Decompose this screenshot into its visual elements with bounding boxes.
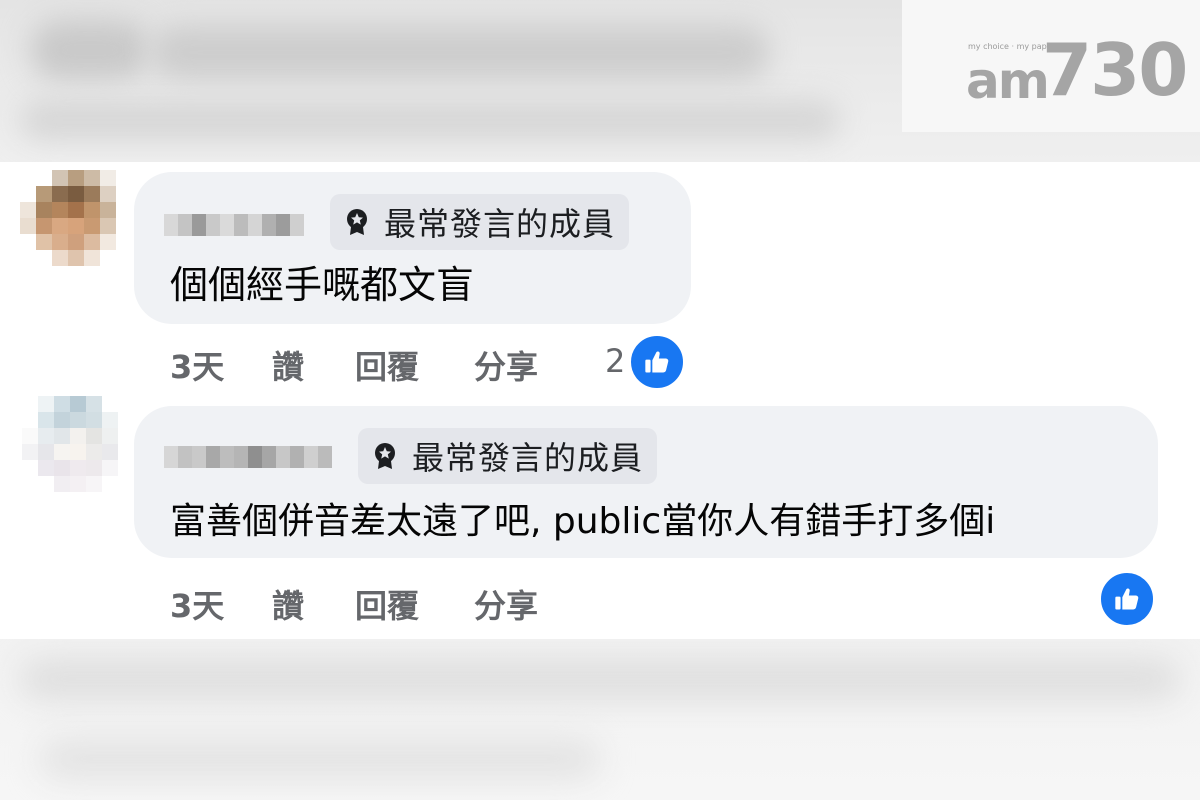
share-action[interactable]: 分享: [474, 342, 538, 388]
award-ribbon-icon: [375, 443, 395, 469]
reaction-count[interactable]: 2: [605, 342, 625, 380]
top-contributor-badge[interactable]: 最常發言的成員: [330, 194, 630, 250]
reply-action[interactable]: 回覆: [355, 581, 419, 627]
thumbs-up-icon: [1115, 588, 1139, 610]
reaction-button[interactable]: [1098, 570, 1156, 628]
author-name-blurred[interactable]: [164, 214, 304, 236]
top-contributor-badge[interactable]: 最常發言的成員: [358, 428, 658, 484]
blurred-following-content: [0, 639, 1200, 800]
comment-text: 富善個併音差太遠了吧, public當你人有錯手打多個i: [170, 501, 996, 542]
comment-timestamp[interactable]: 3天: [170, 342, 224, 388]
blur-smudge: [20, 100, 840, 140]
blur-smudge: [30, 20, 150, 80]
comment-text: 個個經手嘅都文盲: [170, 263, 475, 307]
avatar[interactable]: [22, 396, 134, 508]
blur-smudge: [40, 739, 600, 779]
avatar[interactable]: [20, 170, 132, 282]
badge-label: 最常發言的成員: [384, 205, 616, 243]
like-action[interactable]: 讚: [272, 581, 304, 627]
blur-smudge: [150, 25, 770, 80]
comment-timestamp[interactable]: 3天: [170, 581, 224, 627]
badge-label: 最常發言的成員: [412, 439, 644, 477]
reply-action[interactable]: 回覆: [355, 342, 419, 388]
share-action[interactable]: 分享: [474, 581, 538, 627]
blur-smudge: [20, 659, 1180, 699]
like-action[interactable]: 讚: [272, 342, 304, 388]
thumbs-up-icon: [645, 351, 669, 373]
author-name-blurred[interactable]: [164, 446, 332, 468]
reaction-button[interactable]: [628, 333, 686, 391]
watermark-logo-number: 730: [1042, 28, 1188, 112]
watermark-logo-prefix: am: [966, 52, 1050, 110]
award-ribbon-icon: [347, 209, 367, 235]
